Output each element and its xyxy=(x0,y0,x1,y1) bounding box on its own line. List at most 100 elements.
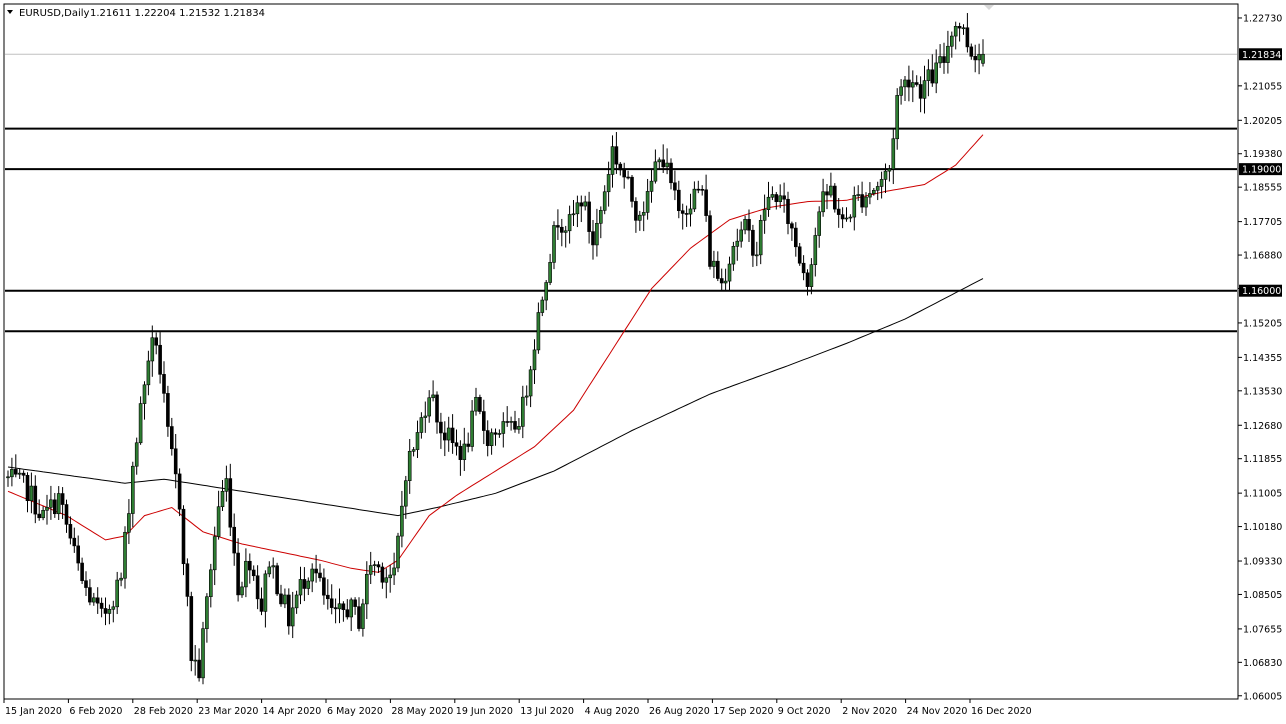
candle-body xyxy=(875,186,880,191)
candle-body xyxy=(973,56,978,61)
y-tick-label: 1.11855 xyxy=(1243,454,1282,465)
candle-body xyxy=(669,162,673,184)
candle-body xyxy=(497,433,502,435)
candle-body xyxy=(860,194,864,208)
candle-body xyxy=(754,254,759,257)
y-tick-label: 1.14355 xyxy=(1243,353,1282,364)
x-tick-label: 28 May 2020 xyxy=(391,706,453,717)
candle-body xyxy=(673,182,677,191)
candle-body xyxy=(684,213,689,215)
candle-body xyxy=(715,260,720,279)
y-tick-label: 1.06005 xyxy=(1243,691,1282,702)
candle-body xyxy=(489,432,494,447)
y-tick-label: 1.18555 xyxy=(1243,183,1282,194)
candle-body xyxy=(649,180,654,192)
candle-body xyxy=(212,536,217,571)
candle-body xyxy=(676,189,681,211)
candle-body xyxy=(969,46,974,57)
candle-body xyxy=(372,564,377,566)
candle-body xyxy=(770,194,775,198)
candle-body xyxy=(817,211,822,236)
candle-body xyxy=(72,537,77,547)
candle-body xyxy=(384,577,389,583)
candle-body xyxy=(80,562,84,582)
candle-body xyxy=(891,138,896,170)
level-price-badge: 1.16000 xyxy=(1242,286,1281,297)
x-tick-label: 15 Jan 2020 xyxy=(5,706,62,717)
candle-body xyxy=(193,659,197,662)
chart-root: 1.22730 1.21055 1.20205 1.19380 1.18555 1.177… xyxy=(0,0,1286,724)
candle-body xyxy=(809,264,814,287)
candle-body xyxy=(657,159,662,163)
candle-body xyxy=(92,597,96,603)
candle-body xyxy=(56,493,61,515)
candle-body xyxy=(248,560,252,571)
candle-body xyxy=(618,163,623,171)
candle-body xyxy=(49,499,53,508)
candle-body xyxy=(942,56,946,63)
candle-body xyxy=(567,214,572,232)
candle-body xyxy=(150,337,155,362)
candle-body xyxy=(306,580,311,589)
candle-body xyxy=(177,473,182,510)
candle-body xyxy=(216,506,221,537)
time-axis[interactable]: 15 Jan 2020 6 Feb 2020 28 Feb 2020 23 Mar 2… xyxy=(3,699,1032,717)
candle-body xyxy=(224,478,229,492)
candle-body xyxy=(918,84,923,99)
candle-body xyxy=(275,565,279,595)
candle-body xyxy=(727,263,732,282)
candle-body xyxy=(95,597,100,604)
candle-body xyxy=(341,603,346,610)
candle-body xyxy=(910,82,915,88)
x-tick-label: 17 Sep 2020 xyxy=(713,706,773,717)
candle-body xyxy=(392,567,396,576)
candle-body xyxy=(329,598,334,608)
candle-body xyxy=(493,432,498,435)
candle-body xyxy=(138,403,143,444)
candle-body xyxy=(903,79,907,88)
y-tick-label: 1.22730 xyxy=(1243,13,1282,24)
candle-body xyxy=(400,505,404,537)
candle-body xyxy=(563,230,568,233)
candle-body xyxy=(957,26,962,29)
candle-body xyxy=(294,594,299,609)
candle-body xyxy=(517,426,521,430)
candle-body xyxy=(146,360,151,386)
candle-body xyxy=(801,262,806,274)
y-tick-label: 1.21055 xyxy=(1243,81,1282,92)
candle-body xyxy=(696,188,701,191)
candle-body xyxy=(154,337,158,346)
candle-body xyxy=(536,312,541,351)
candle-body xyxy=(415,432,420,450)
candle-body xyxy=(836,208,841,215)
candle-body xyxy=(797,246,802,264)
y-tick-label: 1.20205 xyxy=(1243,116,1282,127)
candle-body xyxy=(263,573,268,612)
candle-body xyxy=(435,394,439,423)
candle-body xyxy=(712,260,716,267)
candle-body xyxy=(446,427,451,441)
candle-body xyxy=(209,569,213,598)
y-tick-label: 1.17705 xyxy=(1243,217,1282,228)
candle-body xyxy=(610,146,615,175)
candle-body xyxy=(267,566,272,575)
candle-body xyxy=(361,603,365,629)
candle-body xyxy=(899,86,903,96)
x-tick-label: 4 Aug 2020 xyxy=(585,706,640,717)
candle-body xyxy=(579,202,584,207)
candle-body xyxy=(825,191,829,196)
candlestick-chart[interactable]: 1.22730 1.21055 1.20205 1.19380 1.18555 1.177… xyxy=(0,0,1286,724)
candle-body xyxy=(774,194,779,203)
candle-body xyxy=(197,659,201,679)
candle-body xyxy=(205,596,209,629)
candle-body xyxy=(162,374,166,394)
candle-body xyxy=(614,146,619,165)
candle xyxy=(189,591,194,672)
candle-body xyxy=(606,174,611,193)
y-tick-label: 1.09330 xyxy=(1243,557,1282,568)
candle-body xyxy=(704,189,708,216)
candle-body xyxy=(302,579,307,589)
candle-body xyxy=(286,594,291,627)
price-axis[interactable]: 1.22730 1.21055 1.20205 1.19380 1.18555 1.177… xyxy=(1238,13,1282,702)
candle-body xyxy=(583,201,588,207)
